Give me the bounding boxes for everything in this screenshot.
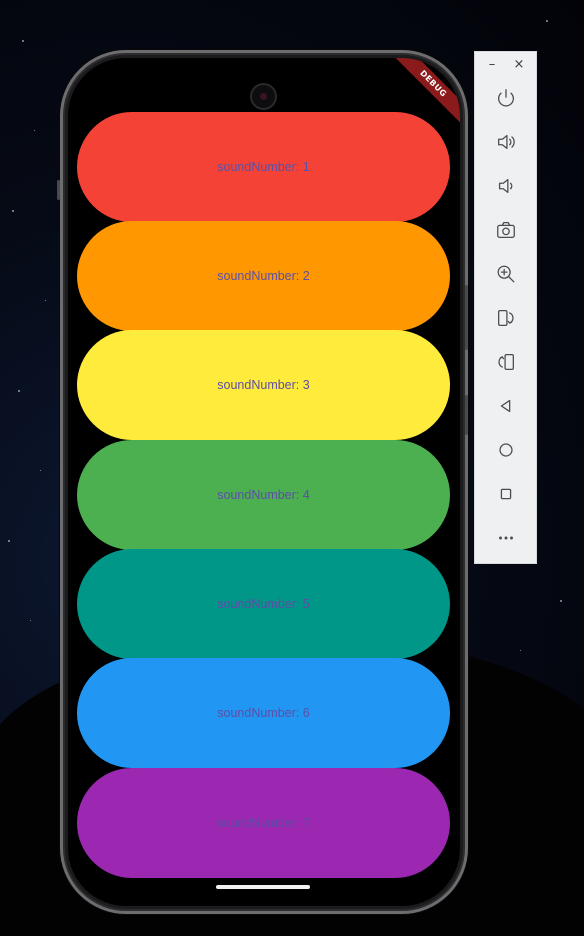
- volume-up-button[interactable]: [491, 127, 521, 157]
- rotate-right-button[interactable]: [491, 347, 521, 377]
- sound-button-4[interactable]: soundNumber: 4: [77, 440, 450, 550]
- back-icon: [500, 399, 511, 413]
- rotate-left-icon: [498, 310, 514, 326]
- zoom-in-icon: [497, 265, 515, 283]
- back-button[interactable]: [491, 391, 521, 421]
- overview-icon: [500, 488, 512, 500]
- volume-down-icon: [498, 178, 513, 194]
- home-button[interactable]: [491, 435, 521, 465]
- emulator-toolbar: – ×: [474, 51, 537, 564]
- phone-side-button: [57, 180, 60, 200]
- more-icon: [499, 536, 513, 540]
- zoom-button[interactable]: [491, 259, 521, 289]
- close-button[interactable]: ×: [510, 56, 528, 74]
- volume-down-button[interactable]: [491, 171, 521, 201]
- power-icon: [498, 89, 514, 107]
- sound-button-label: soundNumber: 7: [217, 816, 310, 830]
- front-camera-icon: [250, 83, 277, 110]
- home-indicator[interactable]: [216, 885, 310, 889]
- sound-button-2[interactable]: soundNumber: 2: [77, 221, 450, 331]
- sound-button-6[interactable]: soundNumber: 6: [77, 658, 450, 768]
- power-button[interactable]: [491, 83, 521, 113]
- overview-button[interactable]: [491, 479, 521, 509]
- rotate-right-icon: [498, 354, 514, 370]
- sound-button-label: soundNumber: 5: [217, 597, 310, 611]
- phone-side-button: [465, 395, 468, 435]
- home-icon: [499, 443, 513, 457]
- rotate-left-button[interactable]: [491, 303, 521, 333]
- device-screen: DEBUG soundNumber: 1 soundNumber: 2 soun…: [68, 58, 460, 906]
- sound-button-3[interactable]: soundNumber: 3: [77, 330, 450, 440]
- camera-icon: [497, 222, 515, 238]
- more-button[interactable]: [491, 523, 521, 553]
- sound-button-1[interactable]: soundNumber: 1: [77, 112, 450, 222]
- sound-button-5[interactable]: soundNumber: 5: [77, 549, 450, 659]
- sound-button-label: soundNumber: 4: [217, 488, 310, 502]
- phone-side-button: [465, 285, 468, 350]
- sound-button-label: soundNumber: 3: [217, 378, 310, 392]
- sound-button-label: soundNumber: 2: [217, 269, 310, 283]
- sound-button-label: soundNumber: 1: [217, 160, 310, 174]
- screenshot-button[interactable]: [491, 215, 521, 245]
- volume-up-icon: [498, 134, 515, 150]
- minimize-button[interactable]: –: [483, 56, 501, 74]
- sound-button-label: soundNumber: 6: [217, 706, 310, 720]
- sound-button-7[interactable]: soundNumber: 7: [77, 768, 450, 878]
